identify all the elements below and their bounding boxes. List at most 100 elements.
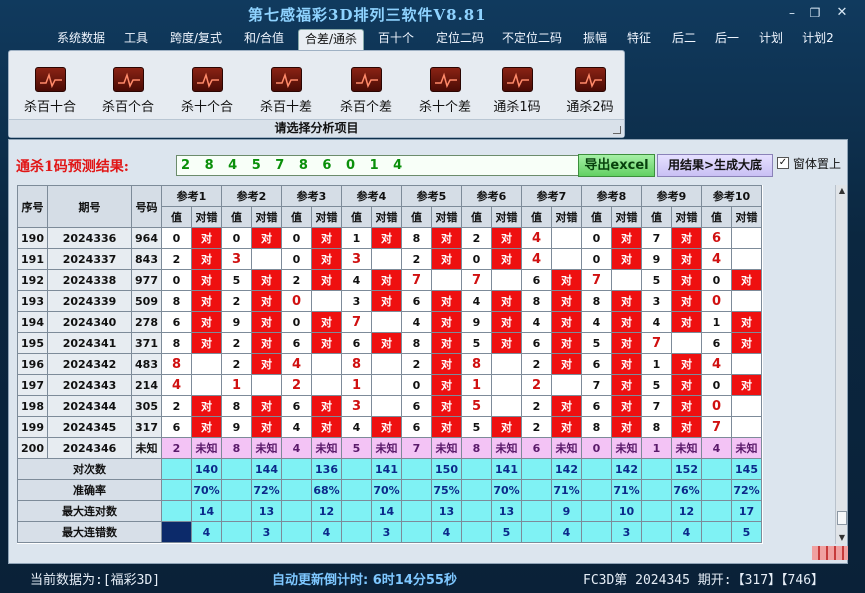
value-cell: 7	[461, 269, 492, 291]
menu-plan-2[interactable]: 计划2	[797, 29, 839, 50]
menu-position-2[interactable]: 定位二码	[430, 29, 490, 50]
close-icon[interactable]: ✕	[835, 6, 849, 20]
countdown-text: 自动更新倒计时: 6时14分55秒	[272, 573, 457, 588]
sub-header-cell: 对错	[491, 206, 522, 228]
pending-value-cell: 5	[341, 437, 372, 459]
ref-header-cell[interactable]: 参考9	[641, 185, 702, 207]
pending-row[interactable]: 200 2024346 未知 2 未知 8 未知 4 未知 5 未知 7 未知 8 未知 6 未知 0 未知 1 未知 4…	[17, 437, 762, 459]
stats-spacer	[281, 500, 312, 522]
menu-nonposition-2[interactable]: 不定位二码	[497, 29, 567, 50]
menu-tools[interactable]: 工具	[119, 29, 153, 50]
export-excel-button[interactable]: 导出excel	[578, 154, 655, 177]
ref-header-cell[interactable]: 参考8	[581, 185, 642, 207]
scroll-down-icon[interactable]: ▼	[836, 532, 848, 544]
hit-cell: 对	[371, 269, 402, 291]
prediction-value[interactable]: 2 8 4 5 7 8 6 0 1 4	[176, 155, 582, 176]
pending-value-cell: 7	[401, 437, 432, 459]
tool-7[interactable]: 通杀2码	[549, 63, 631, 115]
tool-0[interactable]: 杀百十合	[9, 63, 91, 115]
pending-value-cell: 4	[281, 437, 312, 459]
menu-last-one[interactable]: 后一	[709, 29, 745, 50]
tool-label: 通杀1码	[493, 100, 541, 115]
table-row[interactable]: 196 2024342 483 8 2 对 4 8 2 对 8 2 对 6 对 1 对 4	[17, 353, 762, 375]
header-cell[interactable]: 期号	[47, 185, 132, 228]
vertical-scrollbar[interactable]: ▲ ▼	[835, 185, 847, 544]
ref-header-cell[interactable]: 参考6	[461, 185, 522, 207]
ref-header-cell[interactable]: 参考3	[281, 185, 342, 207]
menu-feature[interactable]: 特征	[622, 29, 656, 50]
topmost-checkbox[interactable]: ✓	[777, 157, 789, 169]
menu-hecha-tongsha[interactable]: 合差/通杀	[298, 29, 364, 50]
tool-label: 杀十个合	[180, 100, 233, 115]
menu-plan[interactable]: 计划	[754, 29, 788, 50]
ref-header-cell[interactable]: 参考10	[701, 185, 762, 207]
expand-icon[interactable]	[613, 126, 621, 134]
tool-4[interactable]: 杀百个差	[325, 63, 407, 115]
sub-header-cell: 对错	[191, 206, 222, 228]
stats-spacer	[221, 521, 252, 543]
table-row[interactable]: 199 2024345 317 6 对 9 对 4 对 4 对 6 对 5 对 2 对 8 对 8 对 7	[17, 416, 762, 438]
hit-cell: 对	[371, 416, 402, 438]
header-cell[interactable]: 序号	[17, 185, 48, 228]
table-row[interactable]: 192 2024338 977 0 对 5 对 2 对 4 对 7 7 6 对 7 5 对 0 对	[17, 269, 762, 291]
ref-header-cell[interactable]: 参考2	[221, 185, 282, 207]
menu-bai-shi-ge[interactable]: 百十个	[373, 29, 419, 50]
value-cell: 1	[461, 374, 492, 396]
table-row[interactable]: 194 2024340 278 6 对 9 对 0 对 7 4 对 9 对 4 对 4 对 4 对 1 对	[17, 311, 762, 333]
generate-base-button[interactable]: 用结果>生成大底	[657, 154, 773, 177]
meta-cell: 483	[131, 353, 162, 375]
table-row[interactable]: 190 2024336 964 0 对 0 对 0 对 1 对 8 对 2 对 4 0 对 7 对 6	[17, 227, 762, 249]
hit-cell: 对	[671, 374, 702, 396]
menu-system-data[interactable]: 系统数据	[53, 29, 109, 50]
ref-header-cell[interactable]: 参考7	[521, 185, 582, 207]
value-cell: 1	[221, 374, 252, 396]
value-cell: 8	[581, 290, 612, 312]
maximize-icon[interactable]: ❐	[808, 6, 822, 20]
stats-spacer	[581, 521, 612, 543]
stats-spacer	[401, 500, 432, 522]
tool-6[interactable]: 通杀1码	[476, 63, 558, 115]
hit-cell: 对	[191, 332, 222, 354]
menu-amplitude[interactable]: 振幅	[578, 29, 612, 50]
meta-cell: 2024343	[47, 374, 132, 396]
tool-2[interactable]: 杀十个合	[166, 63, 248, 115]
hit-cell: 对	[311, 332, 342, 354]
value-cell: 4	[701, 248, 732, 270]
ref-header-cell[interactable]: 参考4	[341, 185, 402, 207]
ref-header-cell[interactable]: 参考1	[161, 185, 222, 207]
minimize-icon[interactable]: –	[785, 6, 799, 20]
hit-cell: 对	[491, 416, 522, 438]
scroll-up-icon[interactable]: ▲	[836, 185, 848, 197]
scroll-thumb[interactable]	[837, 511, 847, 525]
stats-spacer	[341, 479, 372, 501]
tool-5[interactable]: 杀十个差	[404, 63, 486, 115]
stats-value: 5	[731, 521, 762, 543]
header-cell[interactable]: 号码	[131, 185, 162, 228]
result-panel: 通杀1码预测结果: 2 8 4 5 7 8 6 0 1 4 导出excel 用结…	[8, 139, 848, 564]
menu-last-two[interactable]: 后二	[667, 29, 701, 50]
meta-cell: 2024345	[47, 416, 132, 438]
miss-cell	[251, 374, 282, 396]
sub-header-cell: 对错	[671, 206, 702, 228]
meta-cell: 2024340	[47, 311, 132, 333]
table-row[interactable]: 198 2024344 305 2 对 8 对 6 对 3 6 对 5 2 对 6 对 7 对 0	[17, 395, 762, 417]
stats-spacer	[521, 479, 552, 501]
table-row[interactable]: 191 2024337 843 2 对 3 0 对 3 2 对 0 对 4 0 对 9 对 4	[17, 248, 762, 270]
menu-span[interactable]: 跨度/复式	[164, 29, 228, 50]
stats-label: 最大连错数	[17, 521, 162, 543]
ribbon-caption: 请选择分析项目	[9, 119, 624, 137]
hit-cell: 对	[191, 395, 222, 417]
tool-3[interactable]: 杀百十差	[245, 63, 327, 115]
miss-cell	[491, 374, 522, 396]
stats-spacer	[161, 458, 192, 480]
table-row[interactable]: 197 2024343 214 4 1 2 1 0 对 1 2 7 对 5 对 0 对	[17, 374, 762, 396]
menu-sum[interactable]: 和/合值	[237, 29, 291, 50]
table-row[interactable]: 195 2024341 371 8 对 2 对 6 对 6 对 8 对 5 对 6 对 5 对 7 6 对	[17, 332, 762, 354]
table-row[interactable]: 193 2024339 509 8 对 2 对 0 3 对 6 对 4 对 8 对 8 对 3 对 0	[17, 290, 762, 312]
tool-1[interactable]: 杀百个合	[87, 63, 169, 115]
pending-value-cell: 6	[521, 437, 552, 459]
value-cell: 8	[401, 227, 432, 249]
value-cell: 6	[401, 290, 432, 312]
ref-header-cell[interactable]: 参考5	[401, 185, 462, 207]
hit-cell: 对	[611, 248, 642, 270]
